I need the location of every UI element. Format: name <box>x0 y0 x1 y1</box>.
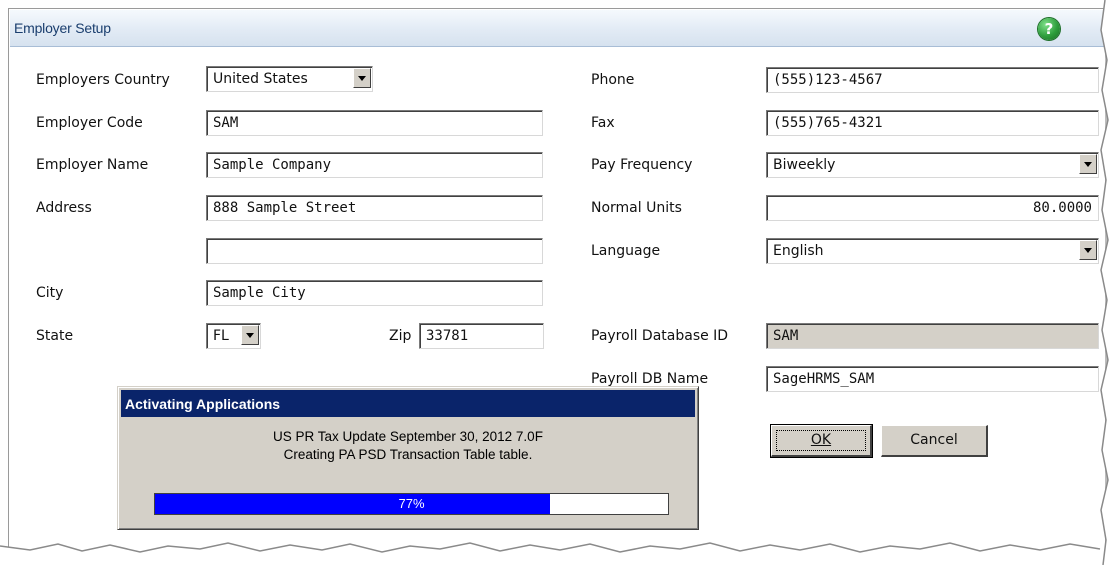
language-select[interactable]: English <box>766 238 1099 264</box>
city-label: City <box>36 285 64 301</box>
employer-code-label: Employer Code <box>36 115 143 131</box>
zip-label: Zip <box>389 328 412 344</box>
dialog-titlebar: Activating Applications <box>121 390 695 417</box>
address-line1-input[interactable]: 888 Sample Street <box>206 195 543 221</box>
language-value: English <box>773 243 824 259</box>
focus-rectangle <box>776 430 866 451</box>
employers-country-select[interactable]: United States <box>206 66 373 92</box>
dialog-title: Activating Applications <box>125 396 281 412</box>
torn-edge-right <box>1100 0 1120 565</box>
window-titlebar: Employer Setup ? <box>10 10 1105 47</box>
employer-code-input[interactable]: SAM <box>206 110 543 136</box>
employer-setup-window: Employer Setup ? Employers Country Unite… <box>8 8 1105 552</box>
state-label: State <box>36 328 74 344</box>
state-select[interactable]: FL <box>206 323 261 349</box>
fax-label: Fax <box>591 115 615 131</box>
dialog-message-line1: US PR Tax Update September 30, 2012 7.0F <box>273 429 543 444</box>
chevron-down-icon[interactable] <box>1079 240 1097 260</box>
state-value: FL <box>213 328 229 344</box>
cancel-button[interactable]: Cancel <box>881 425 988 457</box>
employer-name-label: Employer Name <box>36 157 149 173</box>
window-title: Employer Setup <box>14 20 111 36</box>
pay-frequency-value: Biweekly <box>773 157 836 173</box>
pay-frequency-select[interactable]: Biweekly <box>766 152 1099 178</box>
progress-bar: 77% <box>154 493 669 515</box>
normal-units-label: Normal Units <box>591 200 682 216</box>
payroll-db-name-label: Payroll DB Name <box>591 371 709 387</box>
activating-applications-dialog: Activating Applications US PR Tax Update… <box>117 386 699 530</box>
dialog-message-line2: Creating PA PSD Transaction Table table. <box>283 447 533 462</box>
language-label: Language <box>591 243 661 259</box>
progress-percent-label: 77% <box>398 496 425 511</box>
ok-button[interactable]: OK <box>770 424 873 458</box>
phone-label: Phone <box>591 72 635 88</box>
address-label: Address <box>36 200 92 216</box>
employers-country-value: United States <box>213 71 308 87</box>
chevron-down-icon[interactable] <box>1079 154 1097 174</box>
address-line2-input[interactable] <box>206 238 543 264</box>
pay-frequency-label: Pay Frequency <box>591 157 693 173</box>
normal-units-input[interactable]: 80.0000 <box>766 195 1099 221</box>
help-icon[interactable]: ? <box>1038 18 1060 40</box>
payroll-database-id-input: SAM <box>766 323 1099 349</box>
chevron-down-icon[interactable] <box>353 68 371 88</box>
cancel-button-label: Cancel <box>910 432 958 448</box>
payroll-database-id-label: Payroll Database ID <box>591 328 729 344</box>
torn-edge-bottom <box>0 542 1120 565</box>
zip-input[interactable]: 33781 <box>419 323 544 349</box>
fax-input[interactable]: (555)765-4321 <box>766 110 1099 136</box>
city-input[interactable]: Sample City <box>206 280 543 306</box>
chevron-down-icon[interactable] <box>241 325 259 345</box>
payroll-db-name-input[interactable]: SageHRMS_SAM <box>766 366 1099 392</box>
employers-country-label: Employers Country <box>36 72 170 88</box>
employer-name-input[interactable]: Sample Company <box>206 152 543 178</box>
phone-input[interactable]: (555)123-4567 <box>766 67 1099 93</box>
